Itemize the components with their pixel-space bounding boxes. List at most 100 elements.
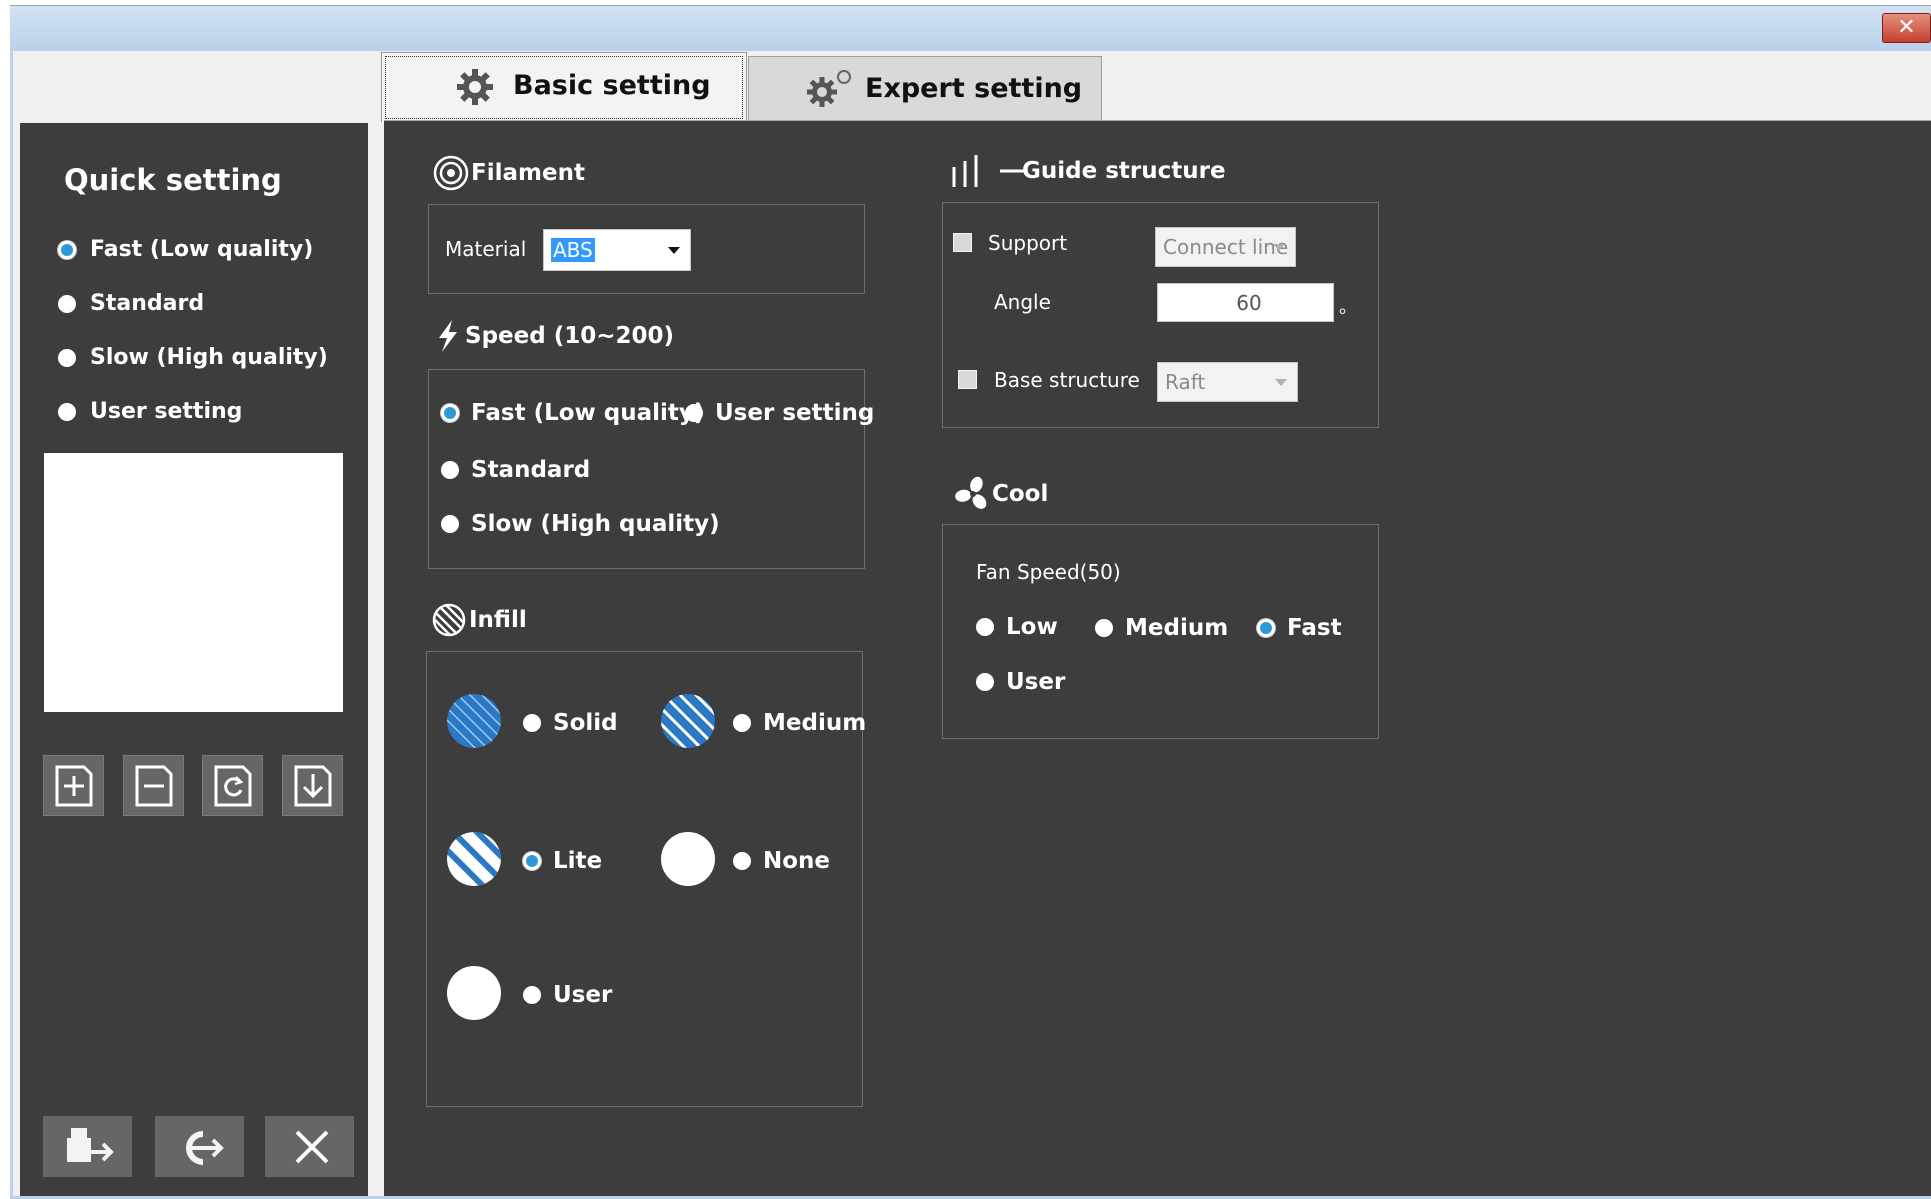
infill-radio-label: None [763,848,831,874]
radio-selected-icon [1257,619,1275,637]
speed-radio-fast[interactable]: Fast (Low quality) [441,400,704,426]
add-preset-button[interactable] [43,755,104,816]
window-close-button[interactable]: ✕ [1882,13,1931,43]
base-structure-checkbox[interactable] [958,370,977,389]
fan-radio-label: Low [1006,614,1058,640]
filament-title-text: Filament [471,160,585,186]
support-type-value: Connect line [1163,235,1289,259]
quick-radio-label: User setting [90,399,243,424]
quick-radio-standard[interactable]: Standard [58,291,204,316]
cool-group: Fan Speed(50) Low Medium Fast User [942,524,1379,739]
add-preset-icon [55,765,93,807]
filament-group: Material ABS [428,204,865,294]
fan-radio-low[interactable]: Low [976,614,1058,640]
refresh-preset-button[interactable] [202,755,263,816]
speed-radio-label: Fast (Low quality) [471,400,705,426]
radio-icon [733,852,751,870]
quick-radio-label: Fast (Low quality) [90,237,314,262]
radio-icon [441,461,459,479]
fan-icon [955,476,987,509]
infill-radio-label: Medium [763,710,867,736]
speed-radio-label: Slow (High quality) [471,511,720,537]
speed-title-text: Speed (10~200) [465,323,675,349]
fan-radio-user[interactable]: User [976,669,1065,695]
radio-selected-icon [523,852,541,870]
tab-expert-label: Expert setting [865,73,1083,104]
quick-radio-label: Standard [90,291,205,316]
tab-basic-setting[interactable]: Basic setting [381,52,747,122]
remove-preset-button[interactable] [123,755,184,816]
infill-group: Solid Medium Lite None User [426,651,866,1107]
fan-radio-medium[interactable]: Medium [1095,615,1228,641]
guide-structure-icon [952,155,1026,187]
radio-icon [976,673,994,691]
infill-section-title: Infill [431,602,527,638]
infill-radio-label: User [553,982,613,1008]
guide-title-text: Guide structure [1022,158,1226,184]
gears-icon [804,67,856,118]
speed-radio-label: User setting [715,400,875,426]
infill-radio-none[interactable]: None [733,848,830,874]
speed-radio-standard[interactable]: Standard [441,457,590,483]
print-export-button[interactable] [43,1116,132,1177]
infill-radio-lite[interactable]: Lite [523,848,602,874]
quick-setting-title: Quick setting [64,163,282,197]
quick-radio-slow[interactable]: Slow (High quality) [58,345,328,370]
infill-radio-medium[interactable]: Medium [733,710,866,736]
material-value: ABS [551,238,595,262]
speed-radio-user[interactable]: User setting [685,400,874,426]
quick-radio-fast[interactable]: Fast (Low quality) [58,237,313,262]
base-structure-label: Base structure [994,368,1140,392]
material-label: Material [445,237,527,261]
fan-speed-label: Fan Speed(50) [976,560,1121,584]
fan-radio-fast[interactable]: Fast [1257,615,1342,641]
chevron-down-icon [1275,379,1287,386]
infill-user-swatch [447,966,501,1020]
radio-icon [58,402,76,421]
infill-radio-solid[interactable]: Solid [523,710,618,736]
chevron-down-icon [1273,244,1285,251]
radio-icon [1095,619,1113,637]
radio-icon [733,714,751,732]
window-titlebar [10,5,1931,51]
radio-icon [523,986,541,1004]
cancel-button[interactable] [265,1116,354,1177]
support-type-dropdown[interactable]: Connect line [1155,227,1296,267]
speed-radio-slow[interactable]: Slow (High quality) [441,511,720,537]
radio-selected-icon [441,404,459,422]
radio-icon [685,404,703,422]
close-icon [295,1130,329,1164]
fan-radio-label: Medium [1125,615,1229,641]
guide-section-title: Guide structure [950,151,1226,191]
base-structure-dropdown[interactable]: Raft [1157,362,1298,402]
chevron-down-icon [668,247,680,254]
preset-list[interactable] [44,453,343,712]
infill-title-text: Infill [469,607,527,633]
basic-setting-panel: Filament Material ABS Speed (10~200) Fas… [384,120,1931,1196]
import-preset-button[interactable] [282,755,343,816]
angle-input[interactable]: 60 [1157,283,1334,322]
radio-icon [441,515,459,533]
quick-radio-user[interactable]: User setting [58,399,242,424]
angle-unit: 。 [1339,297,1357,318]
export-button[interactable] [155,1116,244,1177]
cool-section-title: Cool [954,476,1048,512]
import-preset-icon [294,765,332,807]
infill-radio-user[interactable]: User [523,982,612,1008]
quick-setting-sidebar: Quick setting Fast (Low quality) Standar… [20,123,368,1196]
base-structure-value: Raft [1165,370,1206,394]
support-checkbox[interactable] [953,233,972,252]
quick-radio-label: Slow (High quality) [90,345,328,370]
filament-section-title: Filament [433,155,585,191]
tab-expert-setting[interactable]: Expert setting [748,56,1102,121]
speed-group: Fast (Low quality) User setting Standard… [428,369,874,569]
lightning-icon [439,320,457,352]
infill-lite-swatch [447,832,501,886]
remove-preset-icon [135,765,173,807]
infill-solid-swatch [447,694,501,748]
infill-radio-label: Solid [553,710,618,736]
refresh-preset-icon [214,765,252,807]
radio-icon [58,348,76,367]
material-dropdown[interactable]: ABS [543,229,691,271]
cool-title-text: Cool [992,481,1049,507]
